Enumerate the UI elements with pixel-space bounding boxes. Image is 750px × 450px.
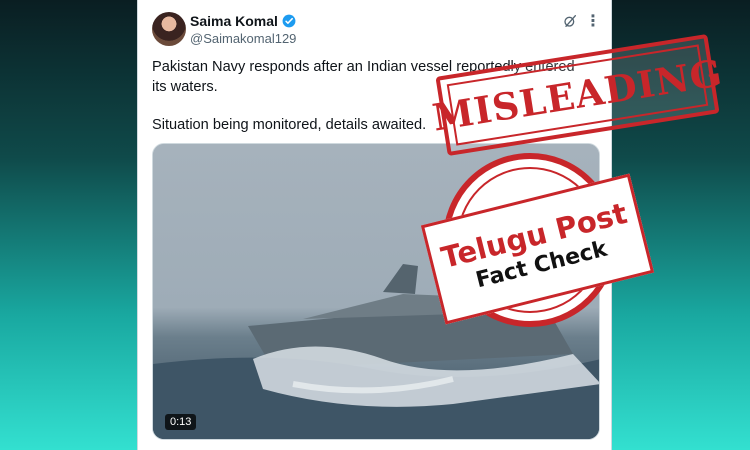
avatar[interactable] <box>152 12 186 46</box>
more-options-icon[interactable]: ⋮ <box>585 11 602 31</box>
author-name-row[interactable]: Saima Komal <box>190 13 296 29</box>
grok-icon[interactable] <box>562 13 578 29</box>
video-duration: 0:13 <box>165 414 197 430</box>
author-name[interactable]: Saima Komal <box>190 13 278 29</box>
verified-badge-icon <box>282 14 296 28</box>
author-handle[interactable]: @Saimakomal129 <box>190 31 296 46</box>
